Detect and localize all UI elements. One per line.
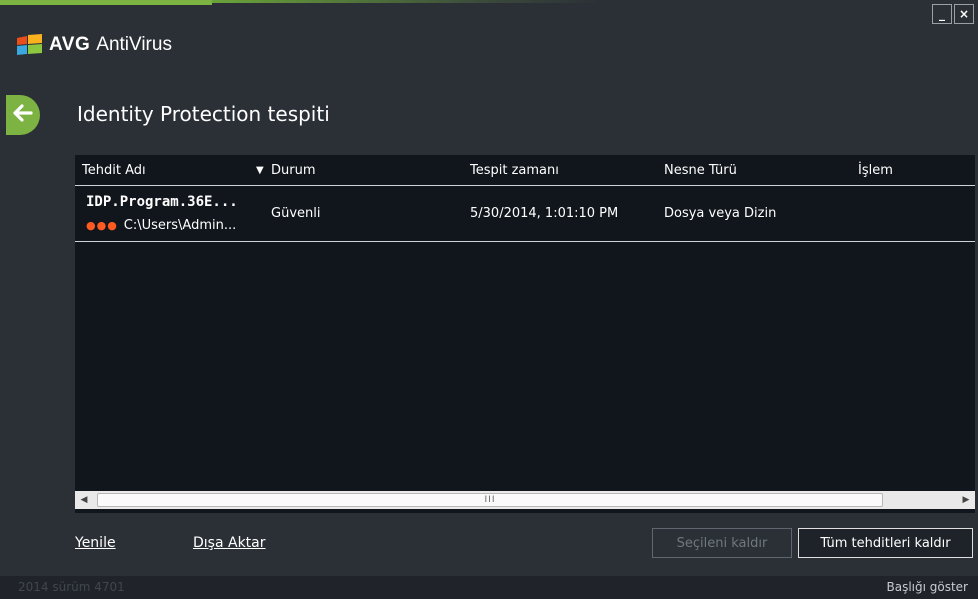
column-threat-name[interactable]: Tehdit Adı [82,163,146,178]
show-header-link[interactable]: Başlığı göster [886,580,968,594]
threat-path-text: C:\Users\Admin... [123,218,237,233]
threat-path: ●●● C:\Users\Admin... [86,218,236,233]
back-button[interactable] [6,95,40,135]
version-label: 2014 sürüm 4701 [18,580,125,594]
column-action[interactable]: İşlem [858,163,893,178]
detection-time: 5/30/2014, 1:01:10 PM [470,206,619,221]
minimize-button[interactable]: _ [932,4,952,24]
window-controls: _ × [932,4,974,24]
close-button[interactable]: × [954,4,974,24]
horizontal-scrollbar[interactable]: ◀ III ▶ [75,491,975,509]
object-type: Dosya veya Dizin [664,206,777,221]
column-object-type[interactable]: Nesne Türü [664,163,737,178]
page-title: Identity Protection tespiti [77,102,330,126]
avg-logo-icon [17,34,43,56]
threat-name: IDP.Program.36E... [86,194,238,210]
export-link[interactable]: Dışa Aktar [193,535,266,551]
scroll-left-icon[interactable]: ◀ [75,491,93,509]
remove-all-threats-button[interactable]: Tüm tehditleri kaldır [798,528,973,558]
table-row[interactable]: IDP.Program.36E... ●●● C:\Users\Admin...… [75,186,975,242]
top-accent-fade [212,0,600,3]
top-accent-bar [0,0,978,5]
column-detection-time[interactable]: Tespit zamanı [470,163,559,178]
threat-table: Tehdit Adı ▼ Durum Tespit zamanı Nesne T… [75,155,975,513]
brand-name: AVG [49,34,91,55]
arrow-left-icon [13,104,33,126]
table-header: Tehdit Adı ▼ Durum Tespit zamanı Nesne T… [75,155,975,186]
app-logo: AVG AntiVirus [17,34,172,56]
remove-selected-button[interactable]: Seçileni kaldır [652,528,792,558]
scrollbar-thumb[interactable]: III [97,493,883,507]
threat-status: Güvenli [271,206,321,221]
status-bar: 2014 sürüm 4701 Başlığı göster [0,576,978,599]
product-name: AntiVirus [96,34,172,55]
severity-dots-icon: ●●● [86,219,118,232]
scrollbar-grip-icon: III [484,495,496,505]
sort-desc-icon[interactable]: ▼ [256,165,264,176]
scroll-right-icon[interactable]: ▶ [957,491,975,509]
column-status[interactable]: Durum [271,163,316,178]
top-accent-green [0,0,212,5]
refresh-link[interactable]: Yenile [75,535,116,551]
